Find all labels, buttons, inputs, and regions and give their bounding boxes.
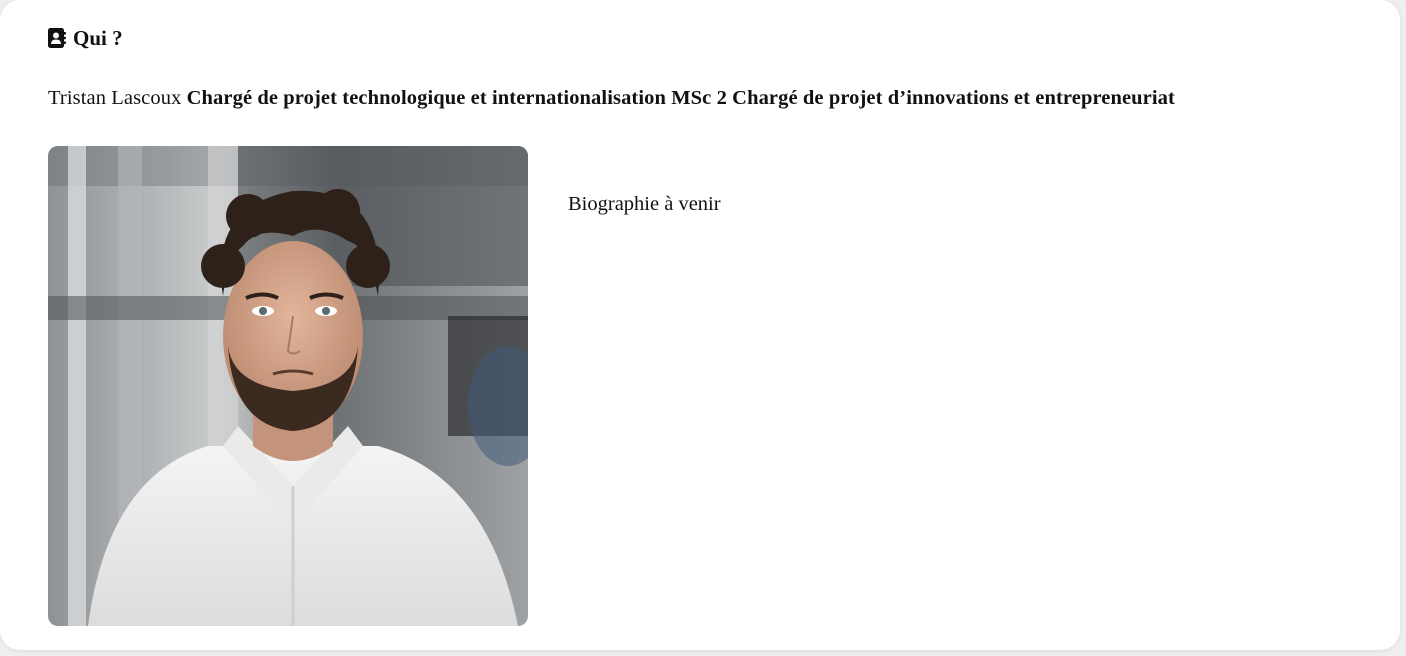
person-name: Tristan Lascoux: [48, 87, 182, 109]
profile-heading: Tristan Lascoux Chargé de projet technol…: [48, 85, 1175, 111]
biography-text: Biographie à venir: [568, 193, 721, 215]
profile-card: Qui ? Tristan Lascoux Chargé de projet t…: [0, 0, 1400, 650]
section-header: Qui ?: [48, 26, 123, 50]
portrait-photo: [48, 146, 528, 626]
person-roles: Chargé de projet technologique et intern…: [186, 87, 1175, 109]
contact-book-icon: [48, 27, 66, 49]
section-title: Qui ?: [73, 26, 123, 50]
